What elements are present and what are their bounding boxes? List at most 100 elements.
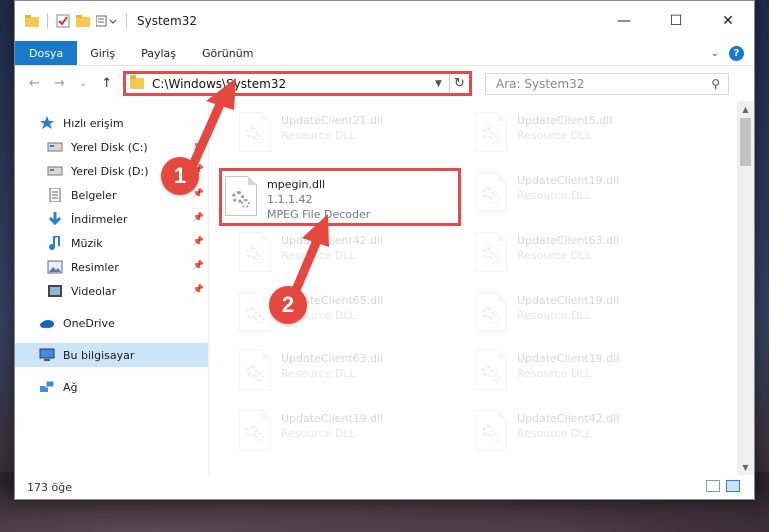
file-name: UpdateClient63.dll <box>517 234 620 247</box>
list-item[interactable]: UpdateClient19.dll Resource DLL <box>475 347 619 405</box>
computer-icon <box>39 348 55 361</box>
ribbon-tabs: Dosya Giriş Paylaş Görünüm ⌄ ? <box>15 41 754 65</box>
list-item[interactable]: UpdateClient19.dll Resource DLL <box>475 289 619 347</box>
list-item[interactable]: UpdateClient63.dll Resource DLL <box>239 347 383 405</box>
file-type: Resource DLL <box>281 249 356 262</box>
quick-access-toolbar <box>15 13 129 29</box>
list-item[interactable]: UpdateClient42.dll Resource DLL <box>239 229 383 287</box>
sidebar-item-label: Yerel Disk (C:) <box>71 140 148 154</box>
sidebar-item-label: Resimler <box>71 260 119 274</box>
search-placeholder: Ara: System32 <box>496 77 585 91</box>
file-description: MPEG File Decoder <box>267 208 371 221</box>
dll-file-icon <box>239 292 271 332</box>
pin-icon: 📌 <box>192 189 204 199</box>
sidebar-item-label: Ağ <box>63 380 78 394</box>
sidebar-item-this-pc[interactable]: Bu bilgisayar <box>15 343 208 367</box>
sidebar-item-downloads[interactable]: İndirmeler 📌 <box>15 207 208 231</box>
file-type: Resource DLL <box>281 129 356 142</box>
tab-view[interactable]: Görünüm <box>189 41 266 65</box>
window-title: System32 <box>137 14 198 28</box>
music-icon <box>49 236 60 250</box>
status-bar: 173 öğe <box>15 475 754 499</box>
folder-icon <box>25 15 39 27</box>
step-1-badge: 1 <box>161 157 199 195</box>
sidebar-item-quick-access[interactable]: Hızlı erişim <box>15 111 208 135</box>
file-name: UpdateClient42.dll <box>281 234 384 247</box>
toolbar-divider <box>47 13 48 29</box>
sidebar-item-label: OneDrive <box>63 316 115 330</box>
list-item[interactable]: UpdateClient42.dll Resource DLL <box>475 407 619 465</box>
file-name: UpdateClient19.dll <box>517 352 620 365</box>
pin-icon: 📌 <box>192 141 204 151</box>
address-path[interactable]: C:\Windows\System32 <box>152 77 435 91</box>
file-name: mpegin.dll <box>267 178 326 191</box>
file-name: UpdateClient63.dll <box>281 352 384 365</box>
sidebar-item-label: Hızlı erişim <box>63 116 124 130</box>
scroll-thumb[interactable] <box>740 118 751 166</box>
search-icon[interactable]: ⚲ <box>711 77 720 91</box>
close-button[interactable]: ✕ <box>702 1 754 41</box>
scroll-down-button[interactable]: ▼ <box>737 459 754 475</box>
pin-icon: 📌 <box>192 237 204 247</box>
scroll-up-button[interactable]: ▲ <box>737 101 754 117</box>
list-item[interactable]: UpdateClient21.dll Resource DLL <box>239 109 383 167</box>
sidebar-item-label: Videolar <box>71 284 117 298</box>
explorer-window: System32 — ☐ ✕ Dosya Giriş Paylaş Görünü… <box>14 0 755 500</box>
tab-share[interactable]: Paylaş <box>128 41 189 65</box>
content-area: Hızlı erişim Yerel Disk (C:) 📌 Yerel Dis… <box>15 101 754 475</box>
file-type: Resource DLL <box>517 129 592 142</box>
file-name: UpdateClient21.dll <box>281 114 384 127</box>
list-item[interactable]: UpdateClient63.dll Resource DLL <box>475 229 619 287</box>
dll-file-icon <box>475 232 507 272</box>
pin-icon: 📌 <box>192 213 204 223</box>
help-button[interactable]: ? <box>729 45 744 61</box>
tab-file[interactable]: Dosya <box>15 41 78 65</box>
dll-file-icon <box>475 172 507 212</box>
details-view-button[interactable] <box>706 480 720 492</box>
minimize-button[interactable]: — <box>598 1 650 41</box>
up-button[interactable]: ↑ <box>101 76 112 91</box>
list-item[interactable]: UpdateClient19.dll Resource DLL <box>239 407 383 465</box>
maximize-button[interactable]: ☐ <box>650 1 702 41</box>
tiles-view-button[interactable] <box>726 480 740 492</box>
sidebar-item-pictures[interactable]: Resimler 📌 <box>15 255 208 279</box>
sidebar-item-videos[interactable]: Videolar 📌 <box>15 279 208 303</box>
star-icon <box>40 116 54 129</box>
sidebar-item-local-disk-c[interactable]: Yerel Disk (C:) 📌 <box>15 135 208 159</box>
back-button[interactable]: ← <box>29 76 40 91</box>
sidebar-item-onedrive[interactable]: OneDrive <box>15 311 208 335</box>
forward-button[interactable]: → <box>54 76 65 91</box>
search-input[interactable]: Ara: System32 ⚲ <box>485 73 729 95</box>
recent-locations-button[interactable]: ⌄ <box>79 78 87 89</box>
file-version: 1.1.1.42 <box>267 193 313 206</box>
list-item[interactable]: UpdateClient19.dll Resource DLL <box>475 169 619 227</box>
dll-file-icon <box>225 176 257 216</box>
list-item[interactable]: UpdateClient5.dll Resource DLL <box>475 109 612 167</box>
list-item[interactable]: UpdateClient65.dll Resource DLL <box>239 289 383 347</box>
sidebar-item-label: Belgeler <box>71 188 117 202</box>
highlighted-file[interactable]: mpegin.dll 1.1.1.42 MPEG File Decoder <box>219 168 461 226</box>
address-bar[interactable]: C:\Windows\System32 ▼ ↻ <box>123 71 472 96</box>
refresh-button[interactable]: ↻ <box>449 74 469 93</box>
sidebar-item-label: Müzik <box>71 236 103 250</box>
file-type: Resource DLL <box>517 367 592 380</box>
sidebar-item-music[interactable]: Müzik 📌 <box>15 231 208 255</box>
expand-ribbon-icon[interactable]: ⌄ <box>711 48 719 59</box>
vertical-scrollbar[interactable]: ▲ ▼ <box>737 101 754 475</box>
new-folder-icon[interactable] <box>76 15 90 27</box>
file-name: UpdateClient42.dll <box>517 412 620 425</box>
dll-file-icon <box>239 232 271 272</box>
sidebar-item-label: Yerel Disk (D:) <box>71 164 149 178</box>
sidebar-item-network[interactable]: Ağ <box>15 375 208 399</box>
pin-icon: 📌 <box>192 285 204 295</box>
list-item-mpegin[interactable]: mpegin.dll 1.1.1.42 MPEG File Decoder <box>225 173 370 231</box>
file-type: Resource DLL <box>517 189 592 202</box>
file-type: Resource DLL <box>517 309 592 322</box>
tab-home[interactable]: Giriş <box>77 41 128 65</box>
chevron-down-icon[interactable]: ▼ <box>435 79 449 89</box>
customize-toolbar-icon[interactable] <box>96 15 118 27</box>
properties-icon[interactable] <box>56 14 70 28</box>
